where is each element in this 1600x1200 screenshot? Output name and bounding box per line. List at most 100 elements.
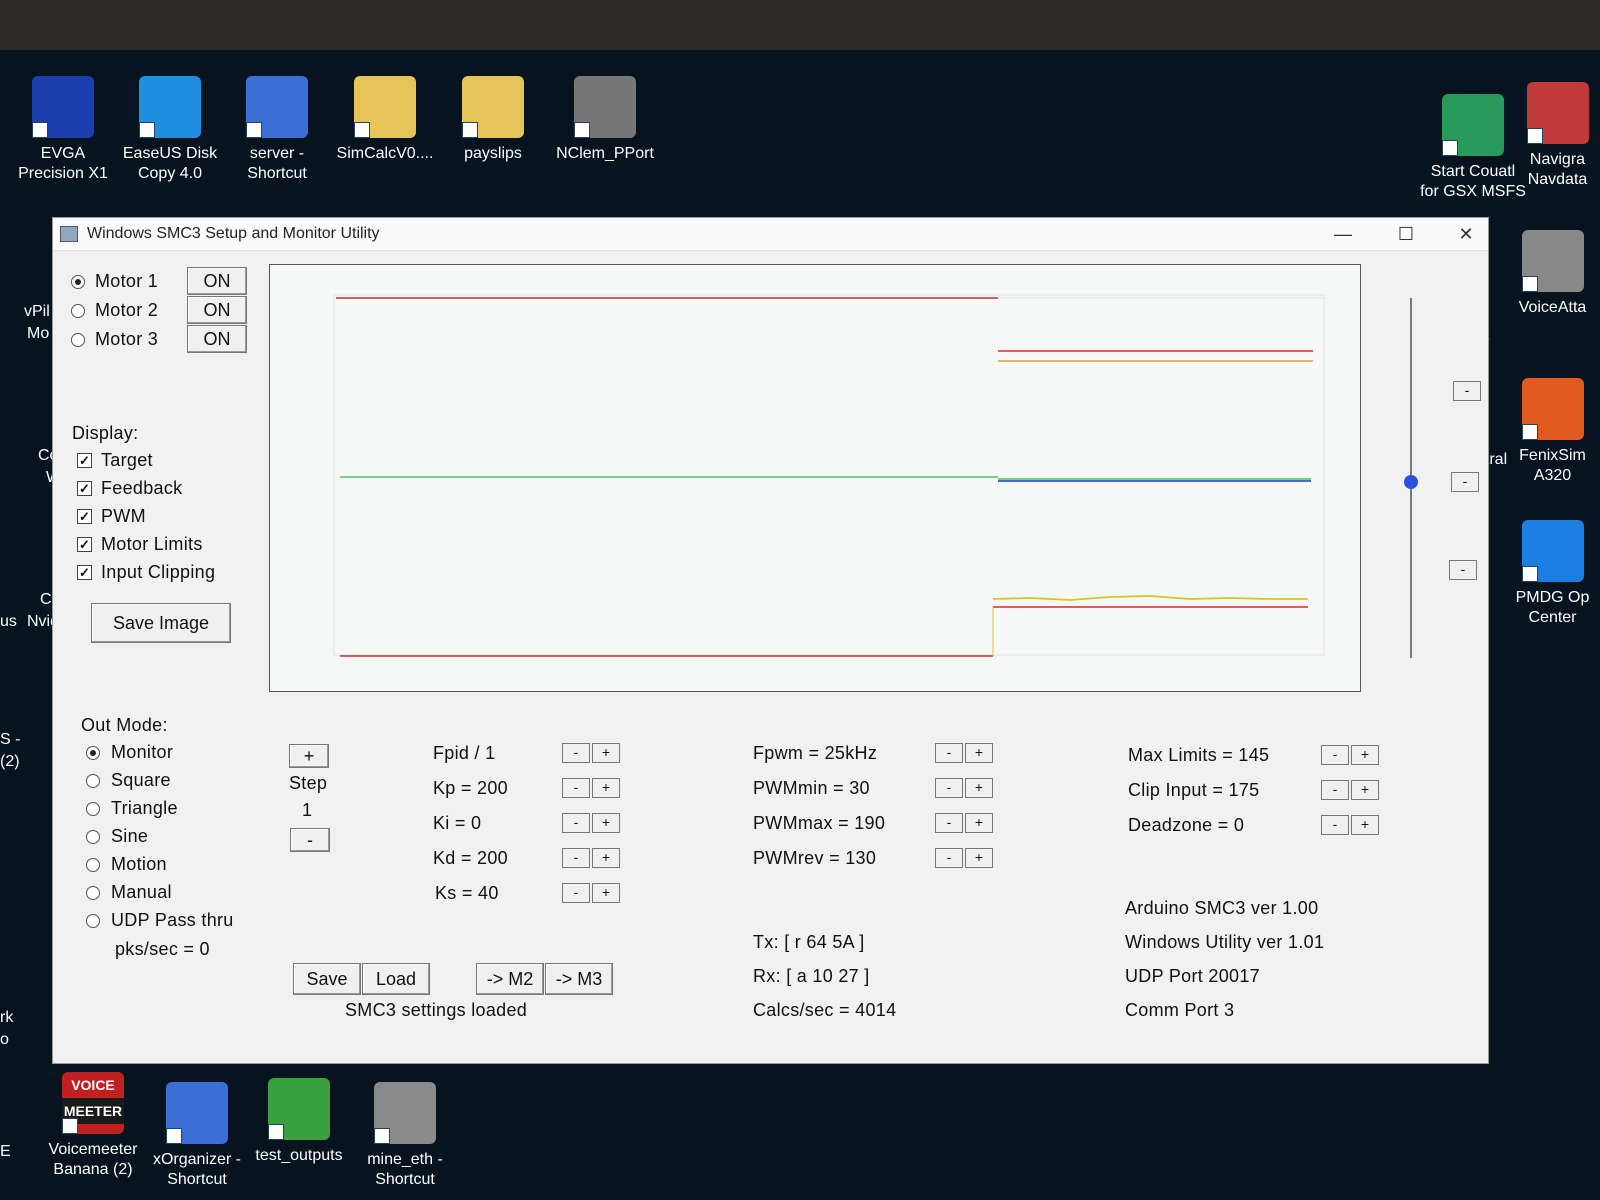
circuit-icon [268, 1078, 330, 1140]
desktop-icon-server[interactable]: server - Shortcut [222, 76, 332, 184]
motor-1-radio[interactable] [71, 275, 85, 289]
close-icon[interactable]: ✕ [1446, 222, 1486, 246]
settings-status: SMC3 settings loaded [345, 1000, 528, 1020]
pmdg-icon [1521, 520, 1584, 582]
kd-plus-button[interactable]: + [592, 848, 620, 868]
mode-manual-radio[interactable] [86, 886, 100, 900]
pwmmax-plus-button[interactable]: + [965, 813, 993, 833]
mode-motion-radio[interactable] [86, 858, 100, 872]
motor-3-radio[interactable] [71, 333, 85, 347]
motor-limits-checkbox[interactable]: ✓ [77, 537, 92, 552]
motor-1-on-button[interactable]: ON [187, 267, 247, 295]
desktop-edge-label: Mo [27, 325, 50, 342]
maximize-icon[interactable]: ☐ [1386, 222, 1426, 246]
mode-udp-radio[interactable] [86, 914, 100, 928]
desktop-icon-xorganizer[interactable]: xOrganizer - Shortcut [142, 1082, 252, 1190]
save-button[interactable]: Save [293, 963, 361, 995]
desktop-icon-mine-eth[interactable]: mine_eth - Shortcut [350, 1082, 460, 1190]
pwmrev-minus-button[interactable]: - [935, 848, 963, 868]
deadzone-plus-button[interactable]: + [1351, 815, 1379, 835]
pwm-checkbox[interactable]: ✓ [77, 509, 92, 524]
copy-to-m3-button[interactable]: -> M3 [545, 963, 613, 995]
kd-minus-button[interactable]: - [562, 848, 590, 868]
mode-sine-radio[interactable] [86, 830, 100, 844]
motor-2-on-button[interactable]: ON [187, 296, 247, 324]
save-image-button[interactable]: Save Image [91, 603, 231, 643]
scale-up-button[interactable]: - [1453, 381, 1481, 401]
mode-monitor-radio[interactable] [86, 746, 100, 760]
ki-minus-button[interactable]: - [562, 813, 590, 833]
ks-minus-button[interactable]: - [562, 883, 590, 903]
pwmmin-minus-button[interactable]: - [935, 778, 963, 798]
mode-square-label: Square [111, 770, 171, 790]
meeter-badge: MEETER [62, 1098, 124, 1124]
monitor-icon [246, 76, 308, 138]
motor-3-on-button[interactable]: ON [187, 325, 247, 353]
target-checkbox[interactable]: ✓ [77, 453, 92, 468]
desktop-icon-navigraph[interactable]: Navigra Navdata [1515, 82, 1600, 190]
display-label: Display: [72, 423, 139, 443]
kp-plus-button[interactable]: + [592, 778, 620, 798]
fpwm-minus-button[interactable]: - [935, 743, 963, 763]
desktop-icon-voicemeeter[interactable]: VOICE MEETER Voicemeeter Banana (2) [38, 1072, 148, 1180]
param-deadzone: Deadzone = 0 [1128, 815, 1245, 835]
desktop-icon-fenix[interactable]: FenixSim A320 [1505, 378, 1600, 486]
deadzone-minus-button[interactable]: - [1321, 815, 1349, 835]
comm-port: Comm Port 3 [1125, 1000, 1235, 1020]
pwmmin-plus-button[interactable]: + [965, 778, 993, 798]
mode-udp-label: UDP Pass thru [111, 910, 234, 930]
gear-icon [374, 1082, 436, 1144]
load-button[interactable]: Load [362, 963, 430, 995]
pwmmax-minus-button[interactable]: - [935, 813, 963, 833]
param-pwmmax: PWMmax = 190 [753, 813, 886, 833]
max-limits-minus-button[interactable]: - [1321, 745, 1349, 765]
clip-input-plus-button[interactable]: + [1351, 780, 1379, 800]
step-minus-button[interactable]: - [290, 828, 330, 852]
param-clip-input: Clip Input = 175 [1128, 780, 1260, 800]
desktop-icon-pmdg[interactable]: PMDG Op Center [1505, 520, 1600, 628]
ks-plus-button[interactable]: + [592, 883, 620, 903]
feedback-checkbox[interactable]: ✓ [77, 481, 92, 496]
mode-square-radio[interactable] [86, 774, 100, 788]
desktop-icon-evga[interactable]: EVGA Precision X1 [8, 76, 118, 184]
desktop-icon-nclem-pport[interactable]: NClem_PPort [550, 76, 660, 164]
mode-triangle-label: Triangle [111, 798, 178, 818]
scale-down-button[interactable]: - [1449, 560, 1477, 580]
motor-3-label: Motor 3 [95, 329, 159, 349]
copy-to-m2-button[interactable]: -> M2 [476, 963, 544, 995]
desktop-icon-simcalc[interactable]: SimCalcV0.... [330, 76, 440, 164]
param-max-limits: Max Limits = 145 [1128, 745, 1270, 765]
manual-slider-thumb[interactable] [1404, 475, 1418, 489]
step-plus-button[interactable]: + [289, 744, 329, 768]
clip-input-minus-button[interactable]: - [1321, 780, 1349, 800]
arduino-version: Arduino SMC3 ver 1.00 [1125, 898, 1319, 918]
param-pwmmin: PWMmin = 30 [753, 778, 870, 798]
fpid-minus-button[interactable]: - [562, 743, 590, 763]
title-bar[interactable]: Windows SMC3 Setup and Monitor Utility —… [53, 218, 1488, 251]
param-ki: Ki = 0 [433, 813, 482, 833]
desktop-edge-label: us [0, 613, 17, 630]
kp-minus-button[interactable]: - [562, 778, 590, 798]
pwm-label: PWM [101, 506, 146, 526]
step-label: Step [289, 773, 328, 793]
input-clipping-checkbox[interactable]: ✓ [77, 565, 92, 580]
pwmrev-plus-button[interactable]: + [965, 848, 993, 868]
desktop-icon-couatl[interactable]: Start Couatl for GSX MSFS [1418, 94, 1528, 202]
udp-port: UDP Port 20017 [1125, 966, 1260, 986]
fpid-plus-button[interactable]: + [592, 743, 620, 763]
monitor-bezel [0, 0, 1600, 50]
target-label: Target [101, 450, 153, 470]
window-title: Windows SMC3 Setup and Monitor Utility [87, 225, 380, 242]
desktop-icon-easeus[interactable]: EaseUS Disk Copy 4.0 [115, 76, 225, 184]
fpwm-plus-button[interactable]: + [965, 743, 993, 763]
desktop-icon-payslips[interactable]: payslips [438, 76, 548, 164]
offset-button[interactable]: - [1451, 472, 1479, 492]
ki-plus-button[interactable]: + [592, 813, 620, 833]
folder-icon [462, 76, 524, 138]
motor-2-radio[interactable] [71, 304, 85, 318]
desktop-icon-voiceattack[interactable]: VoiceAtta [1505, 230, 1600, 318]
max-limits-plus-button[interactable]: + [1351, 745, 1379, 765]
desktop-icon-test-outputs[interactable]: test_outputs [244, 1078, 354, 1166]
minimize-icon[interactable]: — [1323, 222, 1363, 246]
mode-triangle-radio[interactable] [86, 802, 100, 816]
